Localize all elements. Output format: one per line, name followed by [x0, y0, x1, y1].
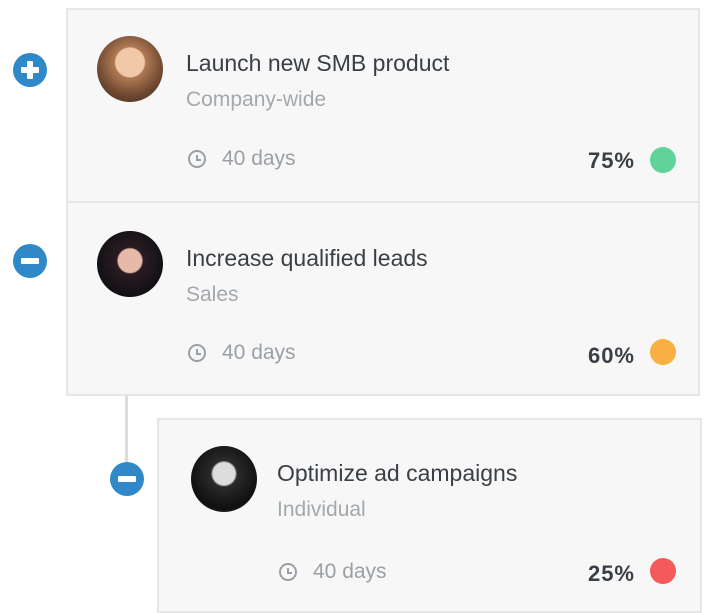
progress-percent: 75% [587, 148, 635, 173]
owner-avatar [191, 446, 257, 512]
expand-button[interactable] [13, 53, 47, 87]
goal-title[interactable]: Increase qualified leads [186, 245, 428, 272]
duration-label: 40 days [222, 147, 296, 170]
collapse-button[interactable] [13, 244, 47, 278]
owner-avatar [97, 231, 163, 297]
clock-icon [279, 563, 297, 581]
goal-title[interactable]: Launch new SMB product [186, 50, 449, 77]
progress-percent: 25% [587, 561, 635, 586]
clock-icon [188, 150, 206, 168]
goal-scope: Individual [277, 498, 366, 521]
collapse-button[interactable] [110, 462, 144, 496]
goal-scope: Company-wide [186, 88, 327, 111]
goal-scope: Sales [186, 283, 239, 306]
goal-title[interactable]: Optimize ad campaigns [277, 460, 517, 487]
status-dot [650, 558, 676, 584]
goal-card[interactable]: Launch new SMB product Company-wide 40 d… [66, 8, 700, 203]
goal-duration: 40 days [188, 147, 296, 171]
progress-percent: 60% [587, 343, 635, 368]
minus-icon [118, 476, 136, 482]
duration-label: 40 days [313, 560, 387, 583]
clock-icon [188, 344, 206, 362]
goal-card[interactable]: Optimize ad campaigns Individual 40 days… [157, 418, 702, 613]
owner-avatar [97, 36, 163, 102]
goal-duration: 40 days [188, 341, 296, 365]
plus-icon-vertical [27, 61, 33, 79]
goal-card[interactable]: Increase qualified leads Sales 40 days 6… [66, 201, 700, 396]
goal-duration: 40 days [279, 560, 387, 584]
duration-label: 40 days [222, 341, 296, 364]
minus-icon [21, 258, 39, 264]
status-dot [650, 339, 676, 365]
status-dot [650, 147, 676, 173]
